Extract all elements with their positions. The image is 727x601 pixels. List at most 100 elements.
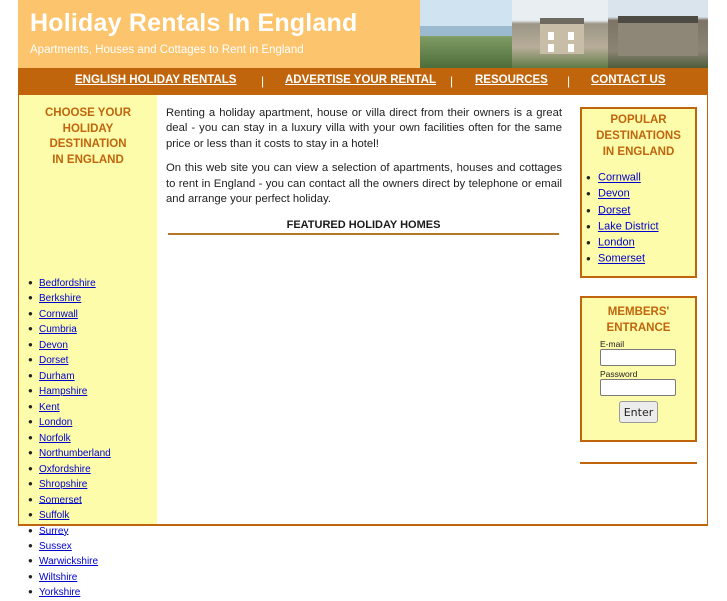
county-link[interactable]: Berkshire [39,293,81,304]
bullet-icon: ● [28,571,33,581]
list-item: ● Cornwall [586,170,695,186]
county-link[interactable]: Oxfordshire [39,464,91,475]
county-link[interactable]: Hampshire [39,386,87,397]
nav-resources[interactable]: RESOURCES [475,74,548,86]
county-link[interactable]: Norfolk [39,433,71,444]
popular-destination-link[interactable]: Devon [598,188,630,200]
site-header: Holiday Rentals In England Apartments, H… [18,0,708,68]
members-entrance-box: MEMBERS' ENTRANCE E-mail Password Enter [580,296,697,442]
county-link[interactable]: Surrey [39,525,68,536]
stone-house-photo [512,0,608,68]
bullet-icon: ● [28,479,33,489]
county-link[interactable]: Wiltshire [39,572,77,583]
bullet-icon: ● [586,238,591,248]
popular-destination-link[interactable]: London [598,237,635,249]
list-item: ● Yorkshire [28,585,111,600]
bullet-icon: ● [586,254,591,264]
enter-button[interactable]: Enter [619,401,658,423]
window-shape [568,44,574,52]
popular-destination-link[interactable]: Lake District [598,221,659,233]
bullet-icon: ● [28,587,33,597]
list-item: ● Sussex [28,539,111,554]
bullet-icon: ● [28,355,33,365]
list-item: ● Somerset [28,493,111,508]
list-item: ● Dorset [586,203,695,219]
bullet-icon: ● [28,417,33,427]
bullet-icon: ● [28,540,33,550]
bullet-icon: ● [586,173,591,182]
list-item: ● Northumberland [28,446,111,461]
county-link[interactable]: Shropshire [39,479,87,490]
bullet-icon: ● [28,308,33,318]
bullet-icon: ● [28,278,33,287]
bullet-icon: ● [28,370,33,380]
county-list: ● Bedfordshire ● Berkshire ● Cornwall ● Cumbria… [28,276,111,601]
list-item: ● Hampshire [28,384,111,399]
main-nav: ENGLISH HOLIDAY RENTALS | ADVERTISE YOUR… [18,68,708,95]
intro-paragraph: On this web site you can view a selectio… [166,162,562,206]
county-link[interactable]: Warwickshire [39,556,98,567]
county-link[interactable]: Sussex [39,541,72,552]
right-column-divider [580,462,697,464]
county-link[interactable]: Yorkshire [39,587,80,598]
county-link[interactable]: Cumbria [39,324,77,335]
page: Holiday Rentals In England Apartments, H… [0,0,727,598]
list-item: ● Warwickshire [28,554,111,569]
county-link[interactable]: London [39,417,72,428]
list-item: ● Kent [28,400,111,415]
list-item: ● Wiltshire [28,570,111,585]
site-title: Holiday Rentals In England [30,9,358,37]
members-heading: MEMBERS' ENTRANCE [606,306,671,334]
county-link[interactable]: Northumberland [39,448,111,459]
featured-divider [168,233,559,235]
password-label: Password [600,369,638,379]
intro-paragraph: Renting a holiday apartment, house or vi… [166,107,562,150]
list-item: ● Oxfordshire [28,462,111,477]
list-item: ● Surrey [28,524,111,539]
county-link[interactable]: Somerset [39,494,82,505]
destination-sidebar: CHOOSE YOUR HOLIDAY DESTINATION IN ENGLA… [19,95,157,598]
county-link[interactable]: Dorset [39,355,68,366]
county-link[interactable]: Durham [39,371,75,382]
email-label: E-mail [600,339,625,349]
list-item: ● Devon [28,338,111,353]
county-link[interactable]: Bedfordshire [39,278,96,289]
list-item: ● Cumbria [28,322,111,337]
cottage-shape [618,16,698,56]
popular-destination-link[interactable]: Cornwall [598,172,641,184]
house-shape [540,18,584,54]
list-item: ● Cornwall [28,307,111,322]
bullet-icon: ● [28,448,33,458]
nav-english-holiday-rentals[interactable]: ENGLISH HOLIDAY RENTALS [75,74,236,86]
nav-advertise-your-rental[interactable]: ADVERTISE YOUR RENTAL [285,74,436,86]
county-link[interactable]: Kent [39,402,60,413]
popular-destination-link[interactable]: Somerset [598,253,645,265]
bullet-icon: ● [28,339,33,349]
popular-list: ● Cornwall ● Devon ● Dorset ● Lake District ● Lon… [586,170,695,268]
list-item: ● Bedfordshire [28,276,111,291]
email-field[interactable] [600,349,676,366]
nav-contact-us[interactable]: CONTACT US [591,74,666,86]
bullet-icon: ● [586,189,591,199]
county-link[interactable]: Suffolk [39,510,69,521]
sidebar-heading: CHOOSE YOUR HOLIDAY DESTINATION IN ENGLA… [44,107,132,166]
popular-destination-link[interactable]: Dorset [598,204,630,216]
nav-separator: | [567,74,571,88]
county-link[interactable]: Devon [39,340,68,351]
list-item: ● Berkshire [28,291,111,306]
site-tagline: Apartments, Houses and Cottages to Rent … [30,44,304,56]
bullet-icon: ● [28,324,33,334]
list-item: ● Lake District [586,219,695,235]
popular-heading: POPULAR DESTINATIONS IN ENGLAND [596,114,681,158]
list-item: ● London [28,415,111,430]
bullet-icon: ● [28,525,33,535]
bullet-icon: ● [28,556,33,566]
bullet-icon: ● [28,293,33,303]
list-item: ● Shropshire [28,477,111,492]
window-shape [548,44,554,52]
list-item: ● Somerset [586,251,695,267]
password-field[interactable] [600,379,676,396]
bullet-icon: ● [28,494,33,504]
nav-separator: | [261,74,265,88]
county-link[interactable]: Cornwall [39,309,78,320]
